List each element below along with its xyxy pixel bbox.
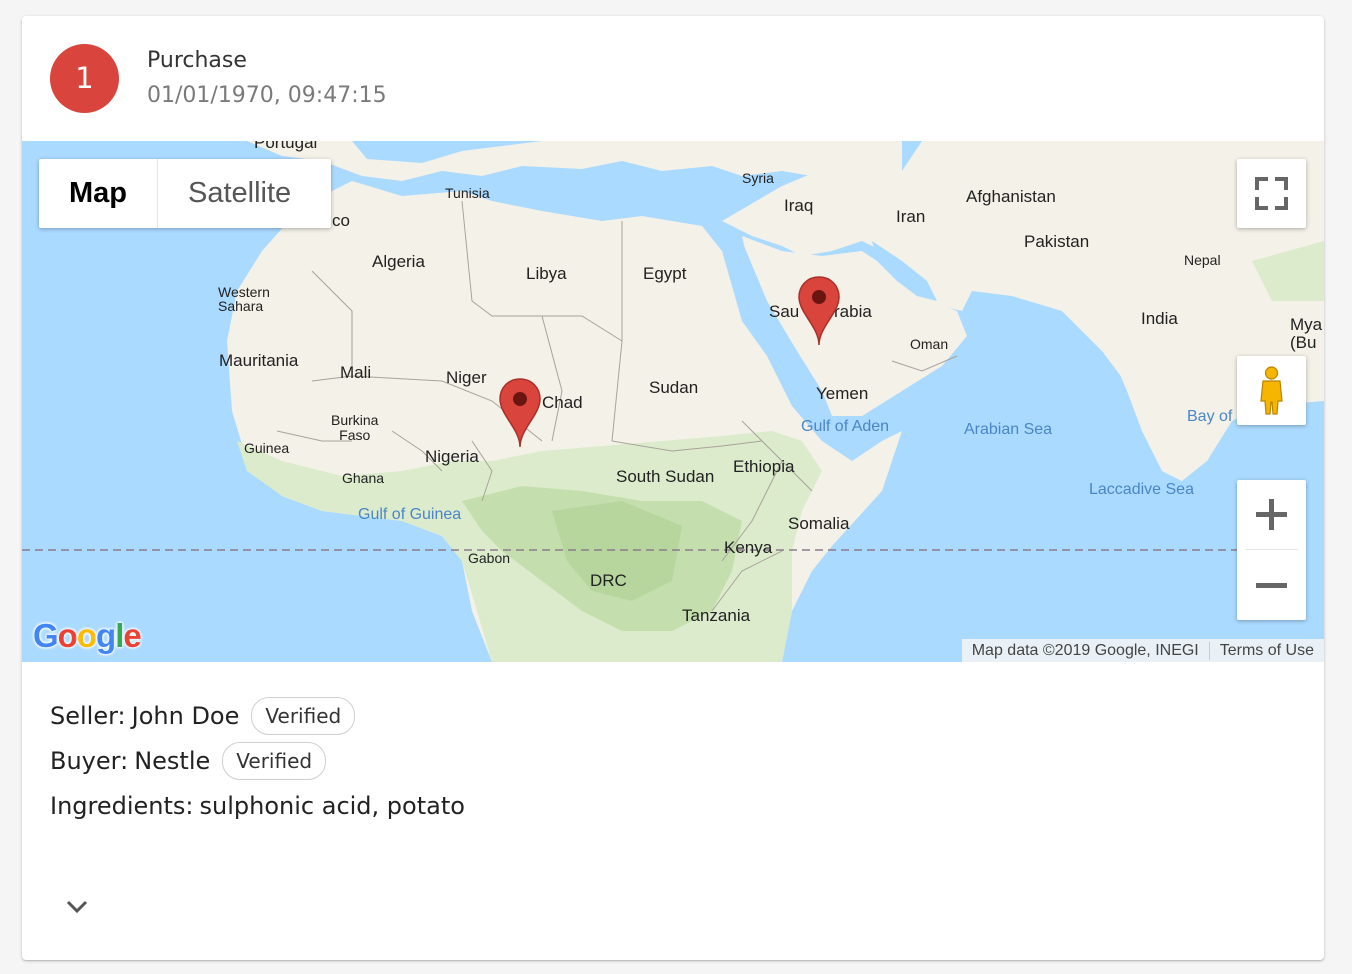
map-label-pakistan: Pakistan [1024,232,1090,251]
buyer-name: Nestle [134,746,211,775]
map-label-nepal: Nepal [1184,252,1221,268]
location-marker-chad[interactable] [498,377,542,449]
map-type-map-button[interactable]: Map [39,159,157,228]
map-label-portugal: Portugal [254,141,318,152]
map-label-laccadive-sea: Laccadive Sea [1089,481,1194,498]
seller-row: Seller: John Doe Verified [50,693,465,738]
zoom-out-button[interactable] [1237,551,1306,620]
fullscreen-icon [1255,177,1288,210]
map-label-morocco: co [332,211,350,230]
terms-of-use-link[interactable]: Terms of Use [1208,641,1324,660]
map-label-nigeria: Nigeria [425,447,479,466]
minus-icon [1256,583,1287,588]
card-header: 1 Purchase 01/01/1970, 09:47:15 [22,16,1324,141]
event-timestamp: 01/01/1970, 09:47:15 [147,83,387,108]
expand-button[interactable] [62,891,92,921]
map-label-gulf-of-aden: Gulf of Aden [801,418,890,435]
map-label-niger: Niger [446,368,487,387]
map-label-south-sudan: South Sudan [616,467,715,486]
location-marker-saudi-arabia[interactable] [797,275,841,347]
map-label-mauritania: Mauritania [219,351,299,370]
buyer-row: Buyer: Nestle Verified [50,738,465,783]
buyer-label: Buyer: [50,746,129,775]
chevron-down-icon [66,900,88,914]
transaction-card: 1 Purchase 01/01/1970, 09:47:15 Portugal… [22,16,1324,960]
map-label-afghanistan: Afghanistan [966,187,1056,206]
map-label-egypt: Egypt [643,264,687,283]
map-label-sudan: Sudan [649,378,699,397]
map-type-satellite-button[interactable]: Satellite [158,159,321,228]
map-label-guinea: Guinea [244,440,290,456]
map-label-libya: Libya [526,264,567,283]
map-label-burkina-faso: Burkina Faso [331,412,379,443]
map-label-tunisia: Tunisia [445,185,490,201]
map-data-credit: Map data ©2019 Google, INEGI [971,641,1199,659]
map-label-oman: Oman [910,336,949,352]
map-label-gabon: Gabon [468,550,511,566]
step-number-badge: 1 [50,44,119,113]
map-label-chad: Chad [542,393,583,412]
zoom-in-button[interactable] [1237,480,1306,549]
map-label-syria: Syria [742,170,774,186]
map-label-arabian-sea: Arabian Sea [964,421,1053,438]
seller-name: John Doe [131,701,240,730]
map-view[interactable]: Portugal co Tunisia Syria Iraq Iran Afgh… [22,141,1324,662]
map-label-saudi-arabia-left: Sau [769,302,800,321]
map-label-western-sahara: Western Sahara [218,284,270,314]
seller-verified-badge: Verified [251,696,356,735]
ingredients-label: Ingredients: [50,791,194,820]
transaction-details: Seller: John Doe Verified Buyer: Nestle … [50,693,465,828]
map-label-drc: DRC [590,571,627,590]
seller-label: Seller: [50,701,126,730]
ingredients-row: Ingredients: sulphonic acid, potato [50,783,465,828]
map-label-mali: Mali [340,363,372,382]
pegman-icon [1260,366,1283,415]
map-label-yemen: Yemen [816,384,869,403]
map-label-algeria: Algeria [372,252,425,271]
buyer-verified-badge: Verified [222,741,327,780]
fullscreen-button[interactable] [1237,159,1306,228]
map-label-myanmar: Mya (Bu [1290,315,1323,352]
event-title: Purchase [147,48,247,73]
map-label-tanzania: Tanzania [682,606,751,625]
plus-icon [1256,499,1287,530]
map-type-control: Map Satellite [39,159,331,228]
map-label-iran: Iran [896,207,926,226]
map-label-kenya: Kenya [724,538,773,557]
map-label-bay-of: Bay of [1187,408,1233,425]
street-view-button[interactable] [1237,356,1306,425]
google-logo-text: Google [33,617,142,654]
map-attribution: Map data ©2019 Google, INEGI Terms of Us… [961,639,1324,662]
ingredients-value: sulphonic acid, potato [199,791,465,820]
google-logo[interactable]: Google [33,617,142,655]
map-label-gulf-of-guinea: Gulf of Guinea [358,506,462,523]
zoom-control [1237,480,1306,620]
map-label-somalia: Somalia [788,514,850,533]
map-label-ghana: Ghana [342,470,385,486]
map-label-ethiopia: Ethiopia [733,457,795,476]
zoom-divider [1245,549,1298,550]
map-label-india: India [1141,309,1178,328]
map-label-iraq: Iraq [784,196,814,215]
